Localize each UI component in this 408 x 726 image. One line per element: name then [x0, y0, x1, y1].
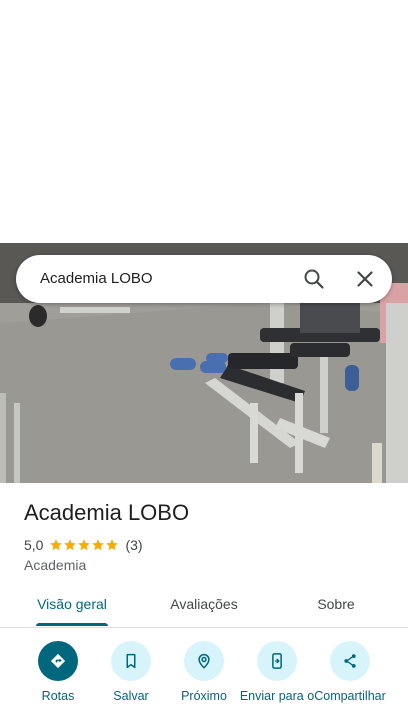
star-icon	[64, 539, 77, 551]
bookmark-icon	[111, 641, 151, 681]
search-query[interactable]: Academia LOBO	[40, 255, 153, 303]
directions-icon	[38, 641, 78, 681]
star-icon	[106, 539, 119, 551]
tab-overview[interactable]: Visão geral	[24, 589, 120, 627]
rating-row[interactable]: 5,0 (3)	[24, 536, 143, 554]
send-to-phone-icon	[257, 641, 297, 681]
tab-about[interactable]: Sobre	[296, 589, 376, 627]
map-blank-area	[0, 0, 408, 243]
place-category: Academia	[24, 557, 87, 573]
search-icon[interactable]	[302, 267, 326, 291]
rating-value: 5,0	[24, 537, 44, 553]
directions-label: Rotas	[41, 689, 75, 703]
place-sheet: Academia LOBO 5,0 (3) Academia Visão ger…	[0, 483, 408, 726]
save-label: Salvar	[113, 689, 149, 703]
directions-button[interactable]: Rotas	[20, 641, 96, 703]
send-to-phone-button[interactable]: Enviar para o	[239, 641, 315, 703]
share-button[interactable]: Compartilhar	[312, 641, 388, 703]
send-to-phone-label: Enviar para o	[239, 689, 315, 703]
tab-reviews[interactable]: Avaliações	[152, 589, 256, 627]
place-title: Academia LOBO	[24, 500, 190, 525]
share-label: Compartilhar	[314, 689, 386, 703]
active-tab-indicator	[36, 623, 108, 626]
star-icon	[50, 539, 63, 551]
nearby-label: Próximo	[181, 689, 227, 703]
review-count[interactable]: (3)	[125, 537, 142, 553]
nearby-icon	[184, 641, 224, 681]
close-icon[interactable]	[353, 267, 377, 291]
save-button[interactable]: Salvar	[93, 641, 169, 703]
star-icon	[78, 539, 91, 551]
nearby-button[interactable]: Próximo	[166, 641, 242, 703]
action-row: Rotas Salvar Próximo Enviar para o Compa…	[0, 641, 408, 726]
rating-stars	[49, 538, 119, 552]
share-icon	[330, 641, 370, 681]
tab-bar: Visão geral Avaliações Sobre	[0, 589, 408, 628]
star-icon	[92, 539, 105, 551]
search-bar[interactable]: Academia LOBO	[16, 255, 392, 303]
